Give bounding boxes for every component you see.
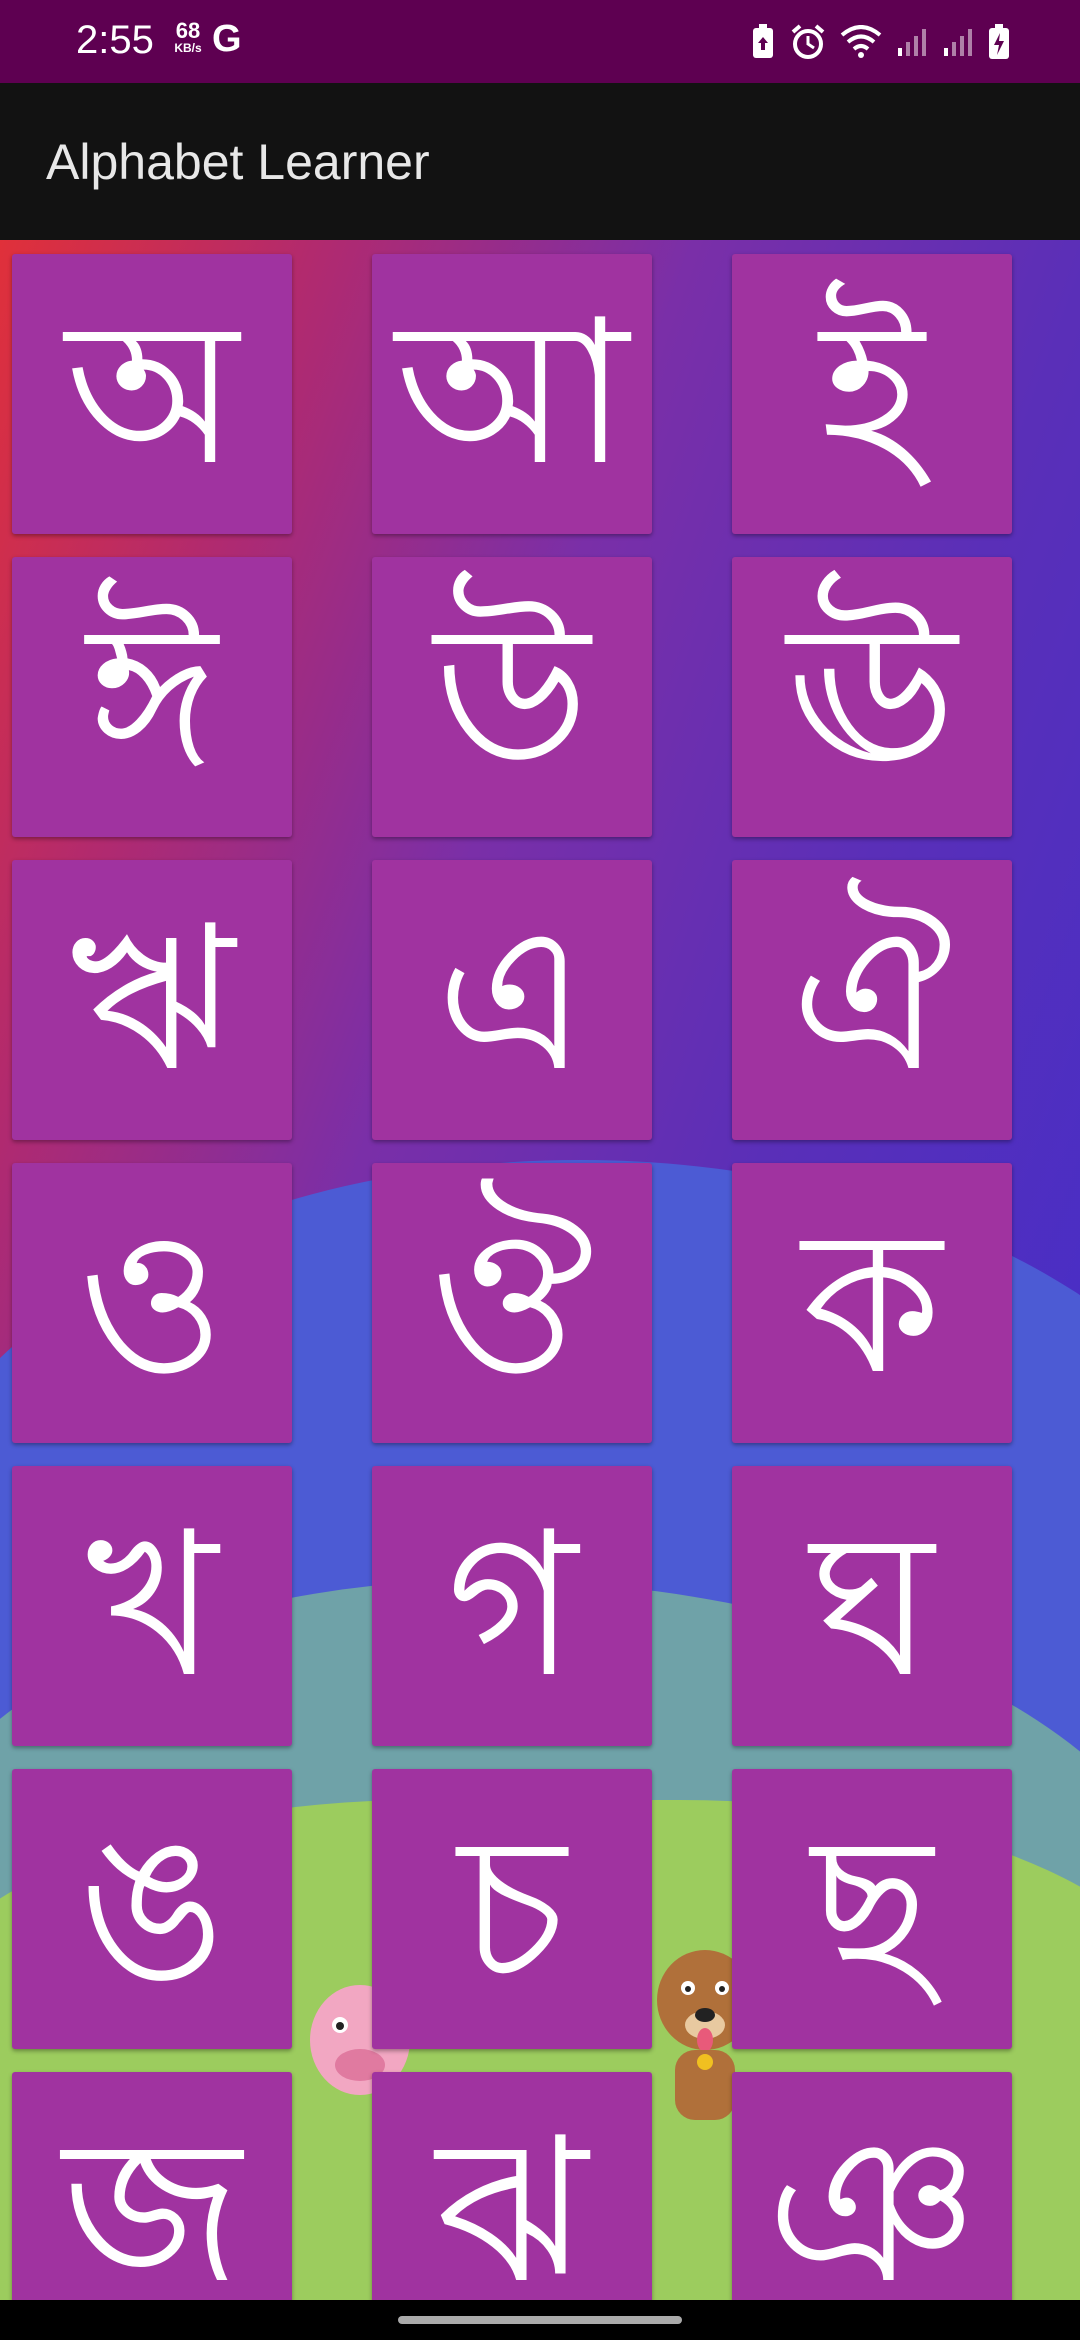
letter-tile[interactable]: ঈ	[12, 557, 292, 837]
letter-glyph: ও	[78, 1186, 226, 1419]
letter-tile[interactable]: ঊ	[732, 557, 1012, 837]
letter-tile[interactable]: গ	[372, 1466, 652, 1746]
letter-tile[interactable]: ছ	[732, 1769, 1012, 2049]
letter-tile[interactable]: চ	[372, 1769, 652, 2049]
wifi-icon	[840, 25, 882, 59]
letter-glyph: চ	[458, 1792, 566, 2025]
letter-glyph: এ	[435, 883, 589, 1116]
letter-glyph: অ	[65, 277, 239, 510]
letter-glyph: ঘ	[810, 1489, 934, 1722]
letter-glyph: ঞ	[766, 2095, 978, 2328]
letter-tile[interactable]: খ	[12, 1466, 292, 1746]
letter-glyph: ঔ	[429, 1186, 595, 1419]
letter-tile[interactable]: অ	[12, 254, 292, 534]
home-gesture-handle[interactable]	[398, 2316, 682, 2324]
navigation-bar	[0, 2300, 1080, 2340]
letter-glyph: ঈ	[86, 580, 218, 813]
letter-glyph: ঙ	[78, 1792, 226, 2025]
app-screen: 2:55 68 KB/s G Alphabet Learner অ আ ই ঈ …	[0, 0, 1080, 2340]
letter-glyph: ছ	[811, 1792, 933, 2025]
letter-tile[interactable]: ঘ	[732, 1466, 1012, 1746]
letter-glyph: ঝ	[436, 2095, 588, 2328]
status-icons	[750, 20, 1010, 64]
letter-tile[interactable]: ঙ	[12, 1769, 292, 2049]
letter-tile[interactable]: উ	[372, 557, 652, 837]
letter-tile[interactable]: ও	[12, 1163, 292, 1443]
letter-tile[interactable]: ঔ	[372, 1163, 652, 1443]
letter-glyph: উ	[434, 580, 590, 813]
signal-icon	[942, 26, 974, 58]
letter-tile[interactable]: ই	[732, 254, 1012, 534]
status-bar: 2:55 68 KB/s G	[0, 0, 1080, 83]
letter-glyph: খ	[86, 1489, 218, 1722]
alarm-icon	[790, 24, 826, 60]
google-icon: G	[212, 18, 242, 60]
letter-glyph: ক	[802, 1186, 942, 1419]
battery-charging-icon	[988, 24, 1010, 60]
app-bar: Alphabet Learner	[0, 83, 1080, 240]
letter-tile[interactable]: ক	[732, 1163, 1012, 1443]
letter-glyph: ঊ	[787, 580, 957, 813]
letter-tile[interactable]: ঐ	[732, 860, 1012, 1140]
letter-tile[interactable]: আ	[372, 254, 652, 534]
network-speed-value: 68	[175, 18, 201, 43]
letter-glyph: জ	[62, 2095, 242, 2328]
letter-glyph: ই	[819, 277, 925, 510]
letter-glyph: ঐ	[791, 883, 953, 1116]
signal-icon	[896, 26, 928, 58]
network-speed-unit: KB/s	[174, 41, 202, 55]
letter-glyph: আ	[395, 277, 629, 510]
battery-saver-icon	[750, 24, 776, 60]
letter-glyph: ঋ	[69, 883, 235, 1116]
network-speed-indicator: 68 KB/s	[168, 18, 208, 55]
letter-glyph: গ	[446, 1489, 578, 1722]
letter-tile[interactable]: ঋ	[12, 860, 292, 1140]
letter-tile[interactable]: এ	[372, 860, 652, 1140]
status-time: 2:55	[76, 18, 154, 62]
app-title: Alphabet Learner	[46, 134, 430, 190]
